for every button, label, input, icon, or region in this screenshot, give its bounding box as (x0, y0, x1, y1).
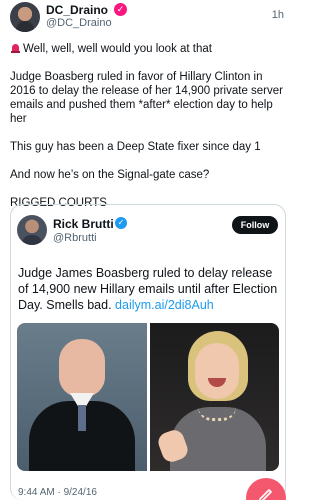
quote-timestamp: 9:44 AM · 9/24/16 (18, 487, 97, 498)
siren-icon (10, 42, 21, 53)
follow-button[interactable]: Follow (232, 216, 278, 234)
quote-text: Judge James Boasberg ruled to delay rele… (18, 266, 278, 312)
photo-woman-laughing[interactable] (150, 323, 279, 471)
post-paragraph: Judge Boasberg ruled in favor of Hillary… (10, 71, 283, 125)
quote-link[interactable]: dailym.ai/2di8Auh (115, 298, 214, 312)
post-paragraph: This guy has been a Deep State fixer sin… (10, 141, 261, 153)
media-grid (17, 323, 279, 471)
quote-author-avatar[interactable] (17, 215, 47, 245)
author-handle[interactable]: @DC_Draino (46, 17, 112, 29)
post-text: Well, well, well would you look at that … (10, 42, 286, 210)
post-paragraph: And now he’s on the Signal-gate case? (10, 169, 210, 181)
quoted-post-card[interactable]: Rick Brutti ✓ @Rbrutti Follow Judge Jame… (10, 204, 286, 500)
photo-judge[interactable] (17, 323, 147, 471)
post-time[interactable]: 1h (272, 9, 284, 21)
post-header: DC_Draino ✓ @DC_Draino 1h (10, 0, 284, 34)
compose-icon (259, 489, 272, 500)
verified-badge-icon: ✓ (115, 217, 127, 229)
post-paragraph: Well, well, well would you look at that (10, 42, 286, 56)
author-avatar[interactable] (10, 2, 40, 32)
verified-badge-icon: ✓ (114, 3, 127, 16)
quote-author-handle[interactable]: @Rbrutti (53, 232, 97, 244)
quote-author-name[interactable]: Rick Brutti (53, 217, 114, 231)
author-name[interactable]: DC_Draino (46, 3, 108, 17)
